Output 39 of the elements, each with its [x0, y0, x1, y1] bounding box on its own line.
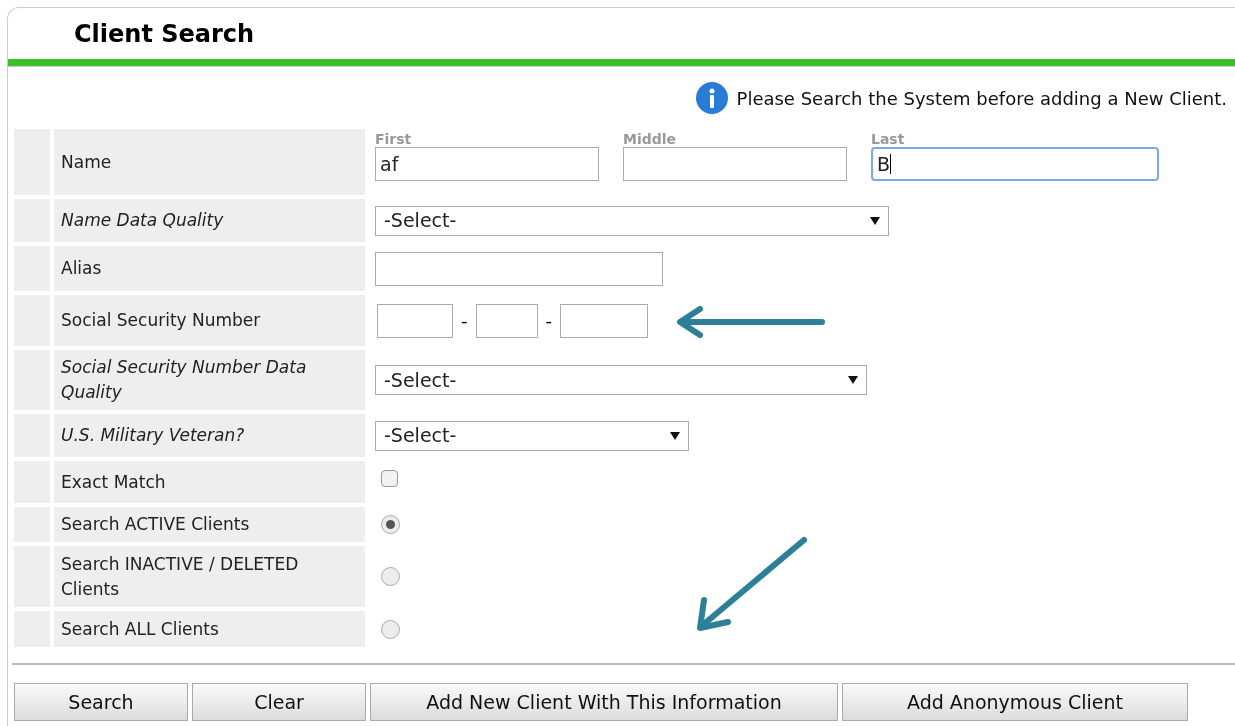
field-label: Alias	[61, 257, 102, 280]
field-label: Name Data Quality	[61, 209, 224, 232]
field-label: Search INACTIVE / DELETED Clients	[61, 552, 300, 601]
separator-text: -	[461, 309, 468, 333]
caret-icon	[848, 376, 858, 384]
action-button[interactable]: Clear	[192, 683, 366, 721]
field-caption: Last	[871, 131, 906, 147]
field-label: Name	[61, 150, 112, 174]
field-label: Social Security Number Data Quality	[61, 356, 308, 404]
info-icon	[694, 81, 729, 115]
input-field[interactable]	[623, 147, 847, 181]
caret-icon	[670, 431, 680, 440]
field-label: Search ACTIVE Clients	[61, 513, 250, 536]
action-button[interactable]: Search	[14, 683, 188, 721]
caret-icon	[870, 216, 880, 225]
page-title: Client Search	[74, 18, 255, 50]
radio-button[interactable]	[381, 515, 400, 534]
separator-text: -	[545, 309, 552, 333]
input-field[interactable]: B	[871, 147, 1159, 181]
radio-button[interactable]	[381, 619, 400, 639]
field-label: Exact Match	[61, 470, 166, 494]
input-field[interactable]	[475, 303, 538, 338]
input-field[interactable]	[375, 251, 663, 286]
field-caption: Middle	[623, 131, 678, 147]
dropdown[interactable]: -Select-	[375, 365, 867, 395]
field-caption: First	[375, 131, 413, 147]
checkbox[interactable]	[381, 469, 398, 487]
input-field[interactable]	[560, 303, 648, 338]
notice-text: Please Search the System before adding a New Client.	[736, 86, 1227, 111]
input-field[interactable]: af	[375, 147, 599, 181]
input-field[interactable]	[377, 303, 453, 338]
action-button[interactable]: Add New Client With This Information	[370, 683, 838, 721]
field-label: Social Security Number	[61, 309, 261, 332]
field-label: U.S. Military Veteran?	[61, 424, 245, 447]
dropdown[interactable]: -Select-	[375, 205, 889, 236]
radio-button[interactable]	[381, 567, 400, 586]
action-button[interactable]: Add Anonymous Client	[842, 683, 1188, 721]
field-label: Search ALL Clients	[61, 617, 219, 641]
dropdown[interactable]: -Select-	[375, 420, 689, 451]
